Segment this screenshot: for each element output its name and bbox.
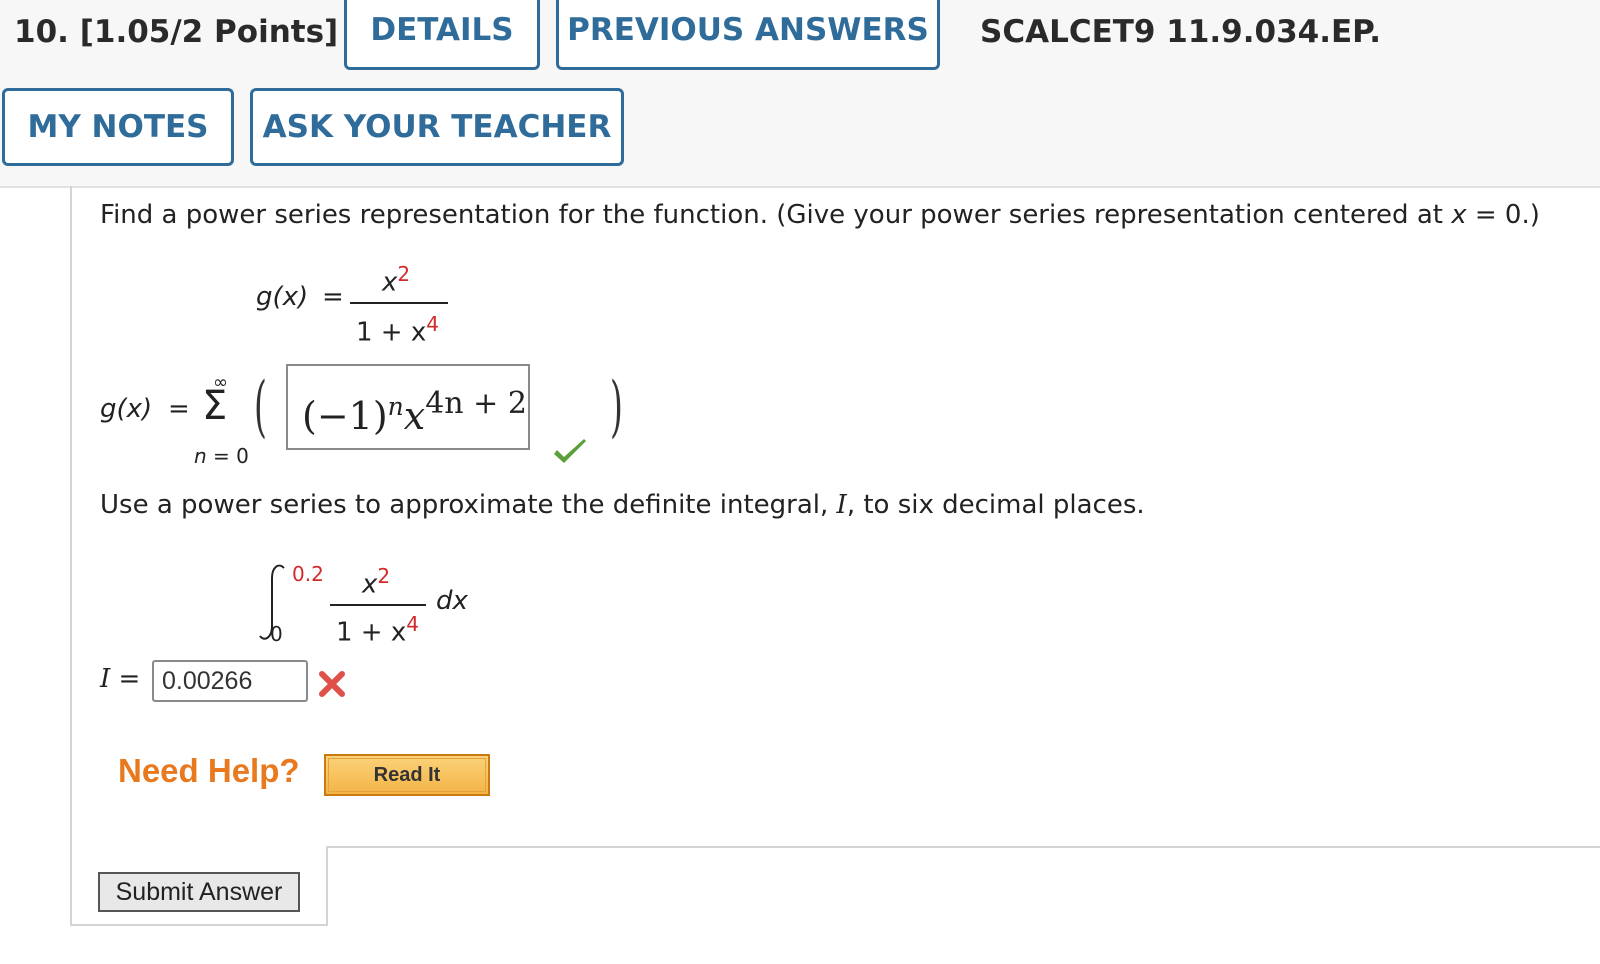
integral-answer-input[interactable] — [152, 660, 308, 702]
my-notes-button[interactable]: MY NOTES — [2, 88, 234, 166]
panel-divider-vertical — [326, 846, 328, 926]
denominator-base: 1 + x — [356, 317, 427, 348]
sum-lower-limit: n = 0 — [194, 444, 249, 468]
answer-x-exponent: 4n + 2 — [425, 386, 527, 421]
prompt-variable: x — [1451, 200, 1467, 230]
series-lhs-text: g(x) — [100, 394, 153, 424]
denominator-exponent: 4 — [426, 312, 439, 336]
submit-answer-button[interactable]: Submit Answer — [98, 872, 300, 912]
integrand-num-exponent: 2 — [377, 564, 391, 588]
prompt2-text: Use a power series to approximate the de… — [100, 490, 837, 520]
i-label-var: I — [100, 664, 111, 694]
read-it-button[interactable]: Read It — [324, 754, 490, 796]
need-help-label: Need Help? — [118, 752, 300, 789]
question-number-points: 10. [1.05/2 Points] — [14, 14, 339, 50]
answer-n-exponent: n — [387, 392, 404, 421]
series-answer-value: (−1)nx4n + 2 — [302, 386, 527, 438]
integrand-fraction-bar — [330, 604, 426, 606]
function-numerator: x2 — [382, 262, 410, 298]
numerator-exponent: 2 — [397, 262, 411, 286]
left-paren-icon: ( — [254, 368, 267, 445]
prompt-text: Find a power series representation for t… — [100, 200, 1452, 230]
integrand-denominator: 1 + x4 — [336, 612, 419, 648]
i-label: I = — [100, 664, 140, 694]
panel-divider — [326, 846, 1600, 848]
answer-base: (−1) — [302, 394, 388, 438]
integrand-den-base: 1 + x — [336, 617, 407, 648]
right-paren-icon: ) — [610, 368, 623, 445]
prompt2-variable: I — [836, 490, 847, 520]
sigma-icon: Σ — [202, 383, 228, 429]
ask-your-teacher-button[interactable]: ASK YOUR TEACHER — [250, 88, 624, 166]
integrand-numerator: x2 — [362, 564, 390, 600]
function-label: g(x) — [256, 282, 308, 312]
previous-answers-button[interactable]: PREVIOUS ANSWERS — [556, 0, 940, 70]
function-denominator: 1 + x4 — [356, 312, 439, 348]
function-lhs: g(x) — [256, 282, 309, 312]
panel-border — [70, 924, 326, 926]
differential: dx — [436, 586, 468, 616]
equals-sign: = — [322, 282, 344, 312]
answer-x: x — [403, 394, 426, 438]
details-button[interactable]: DETAILS — [344, 0, 540, 70]
problem-prompt: Find a power series representation for t… — [100, 200, 1540, 230]
integrand-num-base: x — [362, 569, 378, 600]
fraction-bar — [350, 302, 448, 304]
integral-lower-limit: 0 — [270, 622, 283, 646]
series-equals: = — [168, 394, 190, 424]
i-equals: = — [118, 664, 141, 694]
prompt-text-end: = 0.) — [1466, 200, 1540, 230]
question-id: SCALCET9 11.9.034.EP. — [980, 14, 1381, 50]
integral-prompt: Use a power series to approximate the de… — [100, 490, 1145, 520]
prompt2-text-end: , to six decimal places. — [846, 490, 1145, 520]
integral-upper-limit: 0.2 — [292, 562, 324, 586]
integrand-den-exponent: 4 — [406, 612, 419, 636]
series-lhs: g(x) — [100, 394, 152, 424]
checkmark-icon — [554, 439, 586, 463]
numerator-base: x — [382, 267, 398, 298]
incorrect-x-icon — [319, 671, 345, 697]
